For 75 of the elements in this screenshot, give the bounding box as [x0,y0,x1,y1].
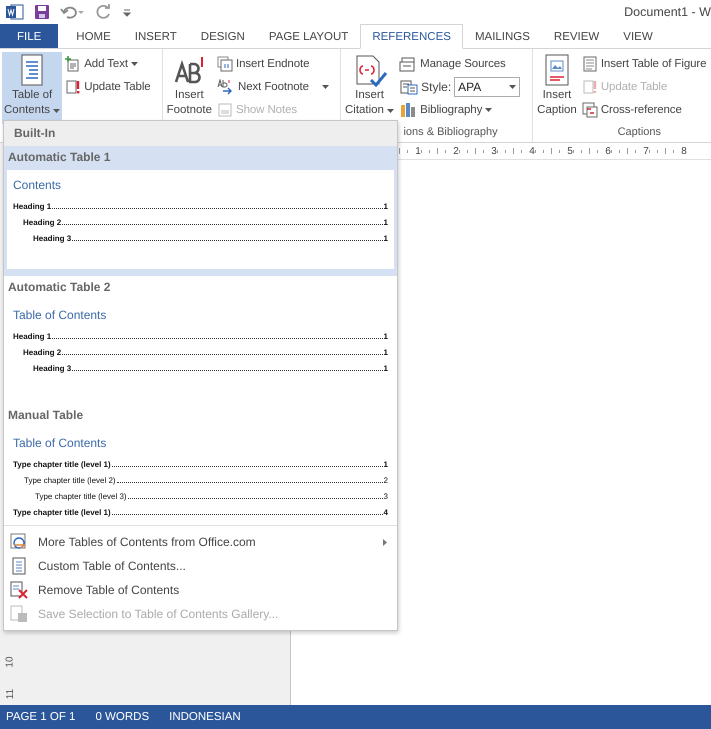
notes-icon [217,102,234,118]
menu-item[interactable]: Custom Table of Contents... [4,554,397,578]
preview-heading: Table of Contents [13,436,108,450]
document-icon [10,557,28,575]
preview-heading: Contents [13,178,62,192]
undo-icon [60,4,86,20]
ruler-number: 1 [415,146,421,156]
web-icon [10,533,28,551]
redo-icon [96,4,112,20]
preview-heading: Table of Contents [13,308,108,322]
window-title: Document1 - W [624,5,711,19]
toc-entry: Heading 1 1 [13,200,388,211]
update-icon [65,79,82,95]
save-selection-icon [10,605,28,623]
gallery-item-title: Automatic Table 2 [7,280,112,294]
ribbon-large-button[interactable]: Insert Footnote [164,52,214,124]
ribbon-button[interactable]: Bibliography [398,99,522,121]
ribbon-large-button[interactable]: Insert Caption [535,52,579,124]
section-header: Built-In [14,126,56,140]
gallery-item[interactable]: Manual Table Table of Contents Type chapter title (level 1) 1 Type chapter title (level 2) 2 Type chapter title (level 3) 3 Type chapter title (level 1) 4 [4,404,397,525]
ruler-number: 4 [529,146,535,156]
toc-entry: Heading 1 1 [13,330,388,341]
group-label: Captions [618,126,662,140]
toc-entry: Type chapter title (level 2) 2 [23,474,388,485]
status-item[interactable]: 0 WORDS [95,711,150,723]
toc-entry: Heading 2 1 [22,216,388,227]
gallery-item-title: Automatic Table 1 [7,150,112,164]
bibliography-icon [399,102,418,118]
add-text-icon [65,56,82,72]
ruler-number: 3 [491,146,497,156]
status-item[interactable]: PAGE 1 OF 1 [6,711,76,723]
ruler-number: 11 [6,688,16,700]
status-item[interactable]: INDONESIAN [169,711,241,723]
ruler-number: 7 [643,146,649,156]
ribbon-button[interactable]: Cross-reference [580,99,708,121]
ribbon-large-button[interactable]: Table of Contents [2,52,62,124]
gallery-item[interactable]: Automatic Table 2 Table of Contents Heading 1 1 Heading 2 1 Heading 3 1 [4,276,397,404]
ruler-number: 8 [681,146,687,156]
style-label: Style: [421,80,452,94]
group-label: ions & Bibliography [403,126,498,140]
style-icon [400,79,418,95]
ribbon-button[interactable]: Insert Table of Figure [580,53,708,75]
caret-icon [509,85,516,89]
ribbon-button[interactable]: Manage Sources [398,53,522,75]
menu-item[interactable]: More Tables of Contents from Office.com [4,530,397,554]
ruler-number: 6 [605,146,611,156]
update-icon [582,79,598,95]
menu-item[interactable]: Remove Table of Contents [4,578,397,602]
toc-entry: Heading 2 1 [22,346,388,357]
cross-reference-icon [582,102,598,118]
gallery-item-title: Manual Table [7,408,84,422]
customize-icon [122,7,132,17]
save-icon [34,4,50,20]
ribbon-button[interactable]: Insert Endnote [216,53,330,75]
ribbon-button[interactable]: Add Text [64,53,152,75]
toc-entry: Type chapter title (level 1) 1 [13,458,388,469]
ribbon-button[interactable]: Next Footnote [216,76,330,98]
toc-entry: Heading 3 1 [32,362,388,373]
ruler-number: 2 [453,146,459,156]
remove-icon [10,581,28,599]
toc-entry: Type chapter title (level 1) 4 [13,506,388,517]
endnote-icon [217,56,234,72]
style-dropdown[interactable]: APA [454,77,520,97]
ruler-number: 5 [567,146,573,156]
ribbon-large-button[interactable]: Insert Citation [342,52,396,124]
ribbon-tab[interactable]: REFERENCES [360,24,463,49]
ruler-number: 10 [6,656,16,668]
gallery-item[interactable]: Automatic Table 1 Contents Heading 1 1 Heading 2 1 Heading 3 1 [4,146,397,276]
toc-entry: Heading 3 1 [32,232,388,243]
table-of-figures-icon [582,56,598,72]
file-tab[interactable]: FILE [0,24,58,48]
toc-entry: Type chapter title (level 3) 3 [34,490,388,501]
sources-icon [399,56,418,72]
word-logo-icon [6,4,24,20]
ribbon-button[interactable]: Update Table [64,76,152,98]
